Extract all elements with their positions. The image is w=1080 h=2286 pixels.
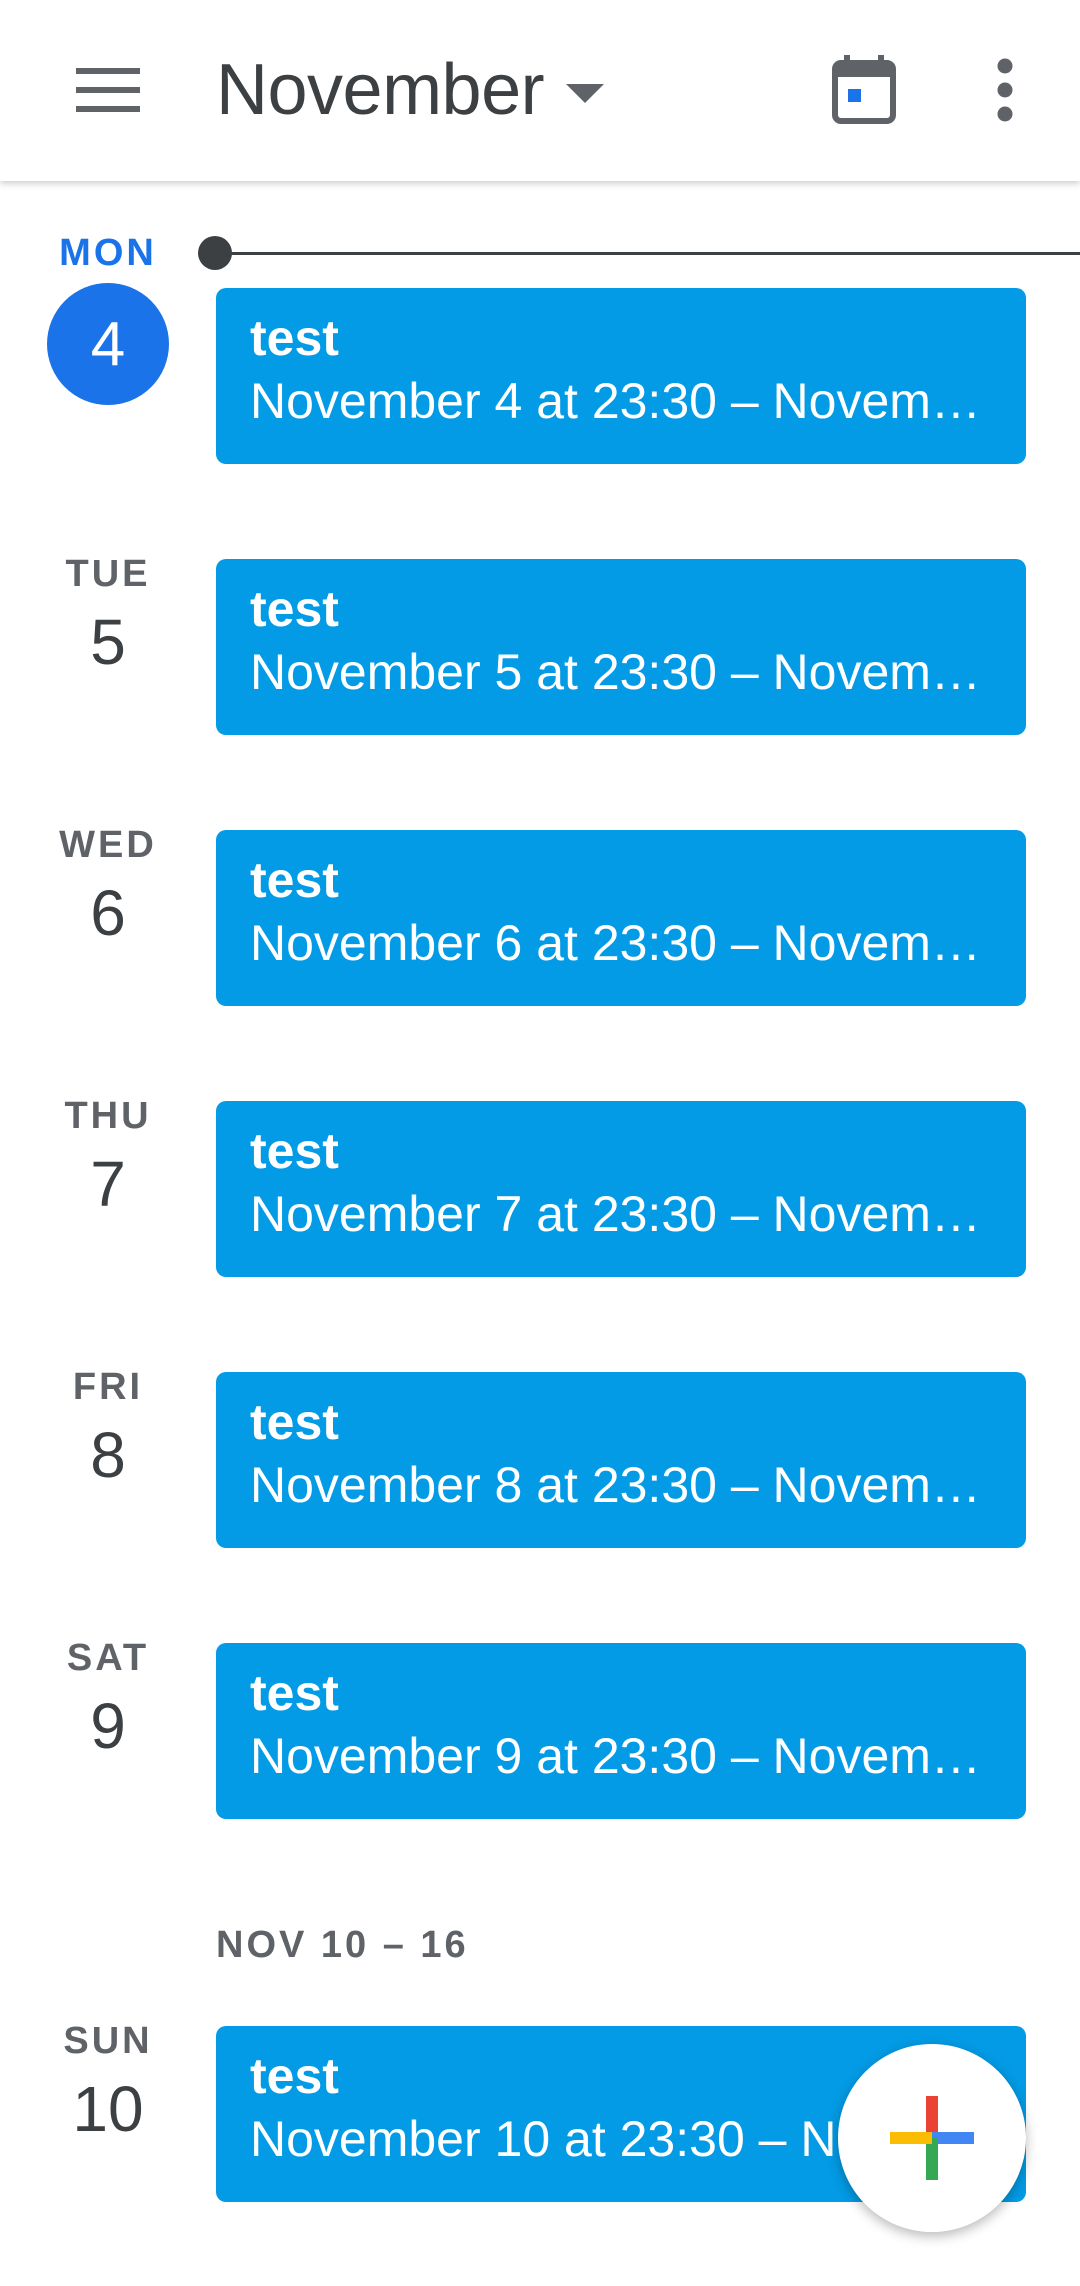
hamburger-menu-icon	[76, 68, 140, 112]
jump-to-today-button[interactable]	[812, 40, 916, 140]
month-selector[interactable]: November	[216, 40, 605, 140]
event-time: November 7 at 23:30 – November 8	[250, 1186, 992, 1242]
day-date[interactable]: 7	[36, 1147, 180, 1221]
menu-button[interactable]	[58, 48, 158, 132]
day-weekday-label: THU	[64, 1095, 152, 1137]
more-vert-icon	[997, 58, 1013, 122]
top-app-bar: November	[0, 0, 1080, 181]
today-date-badge[interactable]: 4	[47, 283, 169, 405]
event-time: November 9 at 23:30 – November 10	[250, 1728, 992, 1784]
event-time: November 4 at 23:30 – November 5	[250, 373, 992, 429]
event-title: test	[250, 581, 339, 637]
day-weekday-label: SUN	[63, 2020, 153, 2062]
event-card[interactable]: test November 8 at 23:30 – November 9	[216, 1372, 1026, 1548]
calendar-today-icon	[832, 55, 896, 124]
month-title: November	[216, 50, 545, 130]
event-title: test	[250, 1665, 339, 1721]
event-title: test	[250, 1394, 339, 1450]
event-card[interactable]: test November 6 at 23:30 – November 7	[216, 830, 1026, 1006]
day-weekday-label: FRI	[72, 1366, 144, 1408]
day-weekday-label: SAT	[66, 1637, 150, 1679]
dropdown-arrow-icon	[566, 83, 605, 103]
event-card[interactable]: test November 4 at 23:30 – November 5	[216, 288, 1026, 464]
more-options-button[interactable]	[960, 40, 1050, 140]
event-title: test	[250, 1123, 339, 1179]
event-title: test	[250, 852, 339, 908]
current-time-line	[216, 252, 1080, 255]
event-time: November 8 at 23:30 – November 9	[250, 1457, 992, 1513]
event-card[interactable]: test November 5 at 23:30 – November 6	[216, 559, 1026, 735]
day-date[interactable]: 9	[36, 1689, 180, 1763]
calendar-app: November MON 4 test November 4 at 23:30 …	[0, 0, 1080, 2286]
event-card[interactable]: test November 7 at 23:30 – November 8	[216, 1101, 1026, 1277]
event-card[interactable]: test November 9 at 23:30 – November 10	[216, 1643, 1026, 1819]
event-time: November 6 at 23:30 – November 7	[250, 915, 992, 971]
create-event-fab[interactable]	[838, 2044, 1026, 2232]
day-date[interactable]: 6	[36, 876, 180, 950]
add-event-plus-icon	[890, 2096, 974, 2180]
day-weekday-label: TUE	[65, 553, 151, 595]
event-time: November 5 at 23:30 – November 6	[250, 644, 992, 700]
current-time-dot	[198, 236, 232, 270]
week-range-header: NOV 10 – 16	[216, 1924, 469, 1966]
day-weekday-label: WED	[59, 824, 157, 866]
day-date[interactable]: 5	[36, 605, 180, 679]
event-title: test	[250, 310, 339, 366]
day-weekday-label: MON	[59, 232, 157, 274]
day-date[interactable]: 8	[36, 1418, 180, 1492]
day-date[interactable]: 10	[36, 2072, 180, 2146]
